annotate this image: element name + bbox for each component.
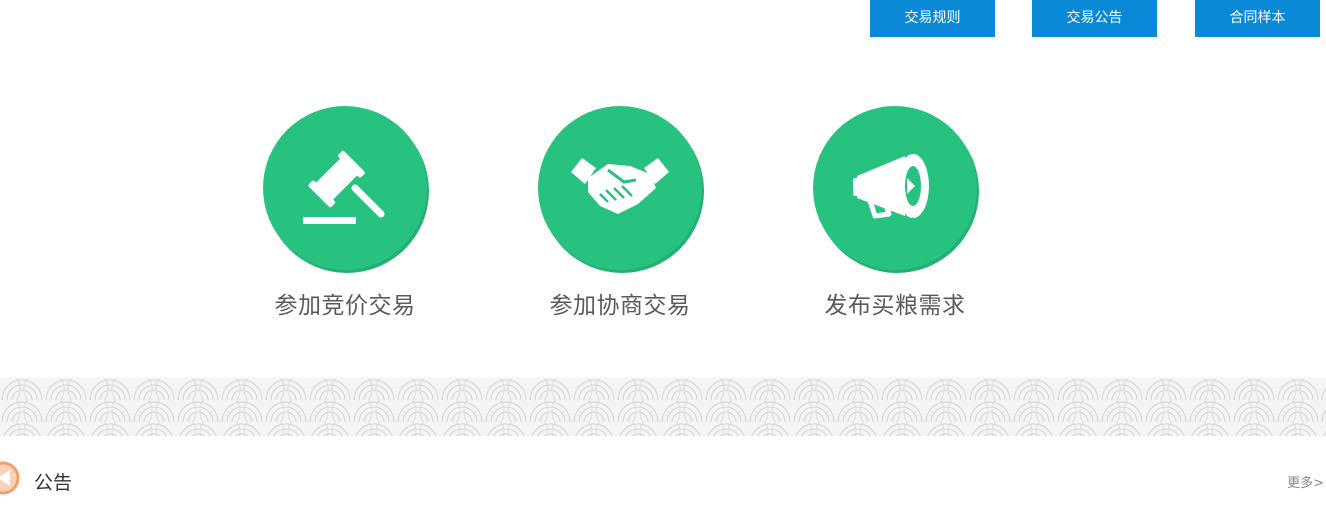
- publish-grain-demand-label: 发布买粮需求: [824, 293, 966, 319]
- speaker-icon: [0, 461, 20, 495]
- contract-sample-button[interactable]: 合同样本: [1195, 0, 1320, 37]
- join-negotiation-trade-label: 参加协商交易: [549, 293, 691, 319]
- gavel-circle: [263, 106, 427, 270]
- notice-section: 公告 更多>: [0, 458, 1326, 502]
- join-bidding-trade-button[interactable]: 参加竞价交易: [250, 106, 440, 320]
- notice-more-link[interactable]: 更多>: [1287, 472, 1324, 491]
- trade-notice-button[interactable]: 交易公告: [1032, 0, 1157, 37]
- handshake-icon: [571, 158, 669, 214]
- decorative-wave-pattern: [0, 378, 1326, 436]
- publish-grain-demand-button[interactable]: 发布买粮需求: [800, 106, 990, 320]
- gavel-icon: [303, 150, 385, 224]
- notice-title: 公告: [34, 472, 73, 494]
- megaphone-circle: [813, 106, 977, 270]
- join-bidding-trade-label: 参加竞价交易: [274, 293, 416, 319]
- trade-rules-button[interactable]: 交易规则: [870, 0, 995, 37]
- join-negotiation-trade-button[interactable]: 参加协商交易: [525, 106, 715, 320]
- handshake-circle: [538, 106, 702, 270]
- megaphone-icon: [853, 154, 929, 219]
